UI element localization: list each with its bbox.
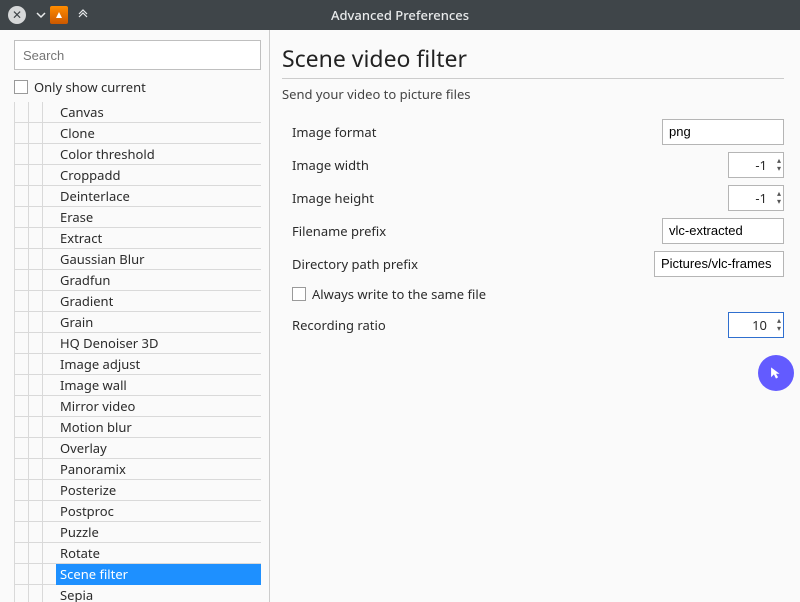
- directory-prefix-label: Directory path prefix: [282, 255, 654, 273]
- tree-item-label: Deinterlace: [56, 186, 261, 207]
- tree-item-label: Color threshold: [56, 144, 261, 165]
- close-button[interactable]: ✕: [8, 6, 26, 24]
- recording-ratio-label: Recording ratio: [282, 316, 728, 334]
- settings-panel: Scene video filter Send your video to pi…: [270, 30, 800, 602]
- tree-item-label: Sepia: [56, 585, 261, 602]
- always-write-checkbox[interactable]: Always write to the same file: [282, 280, 784, 308]
- window-title: Advanced Preferences: [0, 6, 800, 24]
- always-write-label: Always write to the same file: [312, 285, 486, 303]
- image-format-input[interactable]: [662, 119, 784, 145]
- tree-item[interactable]: Image adjust: [14, 354, 261, 375]
- tree-item-label: Clone: [56, 123, 261, 144]
- tree-item[interactable]: Gaussian Blur: [14, 249, 261, 270]
- tree-item-label: Erase: [56, 207, 261, 228]
- tree-item-label: Panoramix: [56, 459, 261, 480]
- tree-item-label: Overlay: [56, 438, 261, 459]
- tree-item[interactable]: Color threshold: [14, 144, 261, 165]
- tree-item-label: HQ Denoiser 3D: [56, 333, 261, 354]
- directory-prefix-input[interactable]: [654, 251, 784, 277]
- spinner-arrows-icon: ▴▾: [769, 153, 781, 177]
- panel-subtitle: Send your video to picture files: [282, 85, 784, 103]
- tree-item-label: Image wall: [56, 375, 261, 396]
- tree-item[interactable]: Canvas: [14, 102, 261, 123]
- tree-item[interactable]: Mirror video: [14, 396, 261, 417]
- app-icon: [50, 6, 68, 24]
- tree-item[interactable]: Gradient: [14, 291, 261, 312]
- image-height-input[interactable]: -1 ▴▾: [728, 185, 784, 211]
- tree-item[interactable]: Postproc: [14, 501, 261, 522]
- only-show-current-checkbox[interactable]: Only show current: [14, 78, 261, 96]
- tree-item-label: Extract: [56, 228, 261, 249]
- tree-item-label: Grain: [56, 312, 261, 333]
- only-show-current-label: Only show current: [34, 78, 146, 96]
- checkbox-icon: [292, 287, 306, 301]
- tree-item[interactable]: Scene filter: [14, 564, 261, 585]
- tree-item-label: Postproc: [56, 501, 261, 522]
- search-input[interactable]: [14, 40, 261, 70]
- image-height-label: Image height: [282, 189, 728, 207]
- tree-item[interactable]: Deinterlace: [14, 186, 261, 207]
- tree-item-label: Image adjust: [56, 354, 261, 375]
- minimize-button[interactable]: [32, 6, 50, 24]
- tree-item[interactable]: Extract: [14, 228, 261, 249]
- tree-item[interactable]: Puzzle: [14, 522, 261, 543]
- tree-item-label: Croppadd: [56, 165, 261, 186]
- tree-item-label: Gaussian Blur: [56, 249, 261, 270]
- cursor-indicator-icon: [758, 355, 794, 391]
- tree-item[interactable]: Sepia: [14, 585, 261, 602]
- titlebar: ✕ Advanced Preferences: [0, 0, 800, 30]
- image-width-label: Image width: [282, 156, 728, 174]
- maximize-button[interactable]: [74, 6, 92, 24]
- tree-item[interactable]: Croppadd: [14, 165, 261, 186]
- tree-item[interactable]: Grain: [14, 312, 261, 333]
- tree-item-label: Gradient: [56, 291, 261, 312]
- sidebar: Only show current CanvasCloneColor thres…: [0, 30, 270, 602]
- tree-item[interactable]: Overlay: [14, 438, 261, 459]
- tree-item[interactable]: HQ Denoiser 3D: [14, 333, 261, 354]
- image-width-input[interactable]: -1 ▴▾: [728, 152, 784, 178]
- tree-item-label: Posterize: [56, 480, 261, 501]
- tree-item[interactable]: Clone: [14, 123, 261, 144]
- spinner-arrows-icon: ▴▾: [769, 313, 781, 337]
- tree-item[interactable]: Erase: [14, 207, 261, 228]
- checkbox-icon: [14, 80, 28, 94]
- recording-ratio-input[interactable]: 10 ▴▾: [728, 312, 784, 338]
- tree-item[interactable]: Posterize: [14, 480, 261, 501]
- tree-item[interactable]: Rotate: [14, 543, 261, 564]
- tree-item-label: Scene filter: [56, 564, 261, 585]
- tree-item[interactable]: Motion blur: [14, 417, 261, 438]
- tree-item-label: Gradfun: [56, 270, 261, 291]
- tree-item[interactable]: Gradfun: [14, 270, 261, 291]
- tree-item-label: Canvas: [56, 102, 261, 123]
- panel-title: Scene video filter: [282, 42, 784, 79]
- filename-prefix-label: Filename prefix: [282, 222, 662, 240]
- tree-item[interactable]: Panoramix: [14, 459, 261, 480]
- tree-item-label: Rotate: [56, 543, 261, 564]
- filename-prefix-input[interactable]: [662, 218, 784, 244]
- tree-item[interactable]: Image wall: [14, 375, 261, 396]
- filter-tree[interactable]: CanvasCloneColor thresholdCroppaddDeinte…: [14, 102, 261, 602]
- image-format-label: Image format: [282, 123, 662, 141]
- tree-item-label: Mirror video: [56, 396, 261, 417]
- spinner-arrows-icon: ▴▾: [769, 186, 781, 210]
- tree-item-label: Motion blur: [56, 417, 261, 438]
- tree-item-label: Puzzle: [56, 522, 261, 543]
